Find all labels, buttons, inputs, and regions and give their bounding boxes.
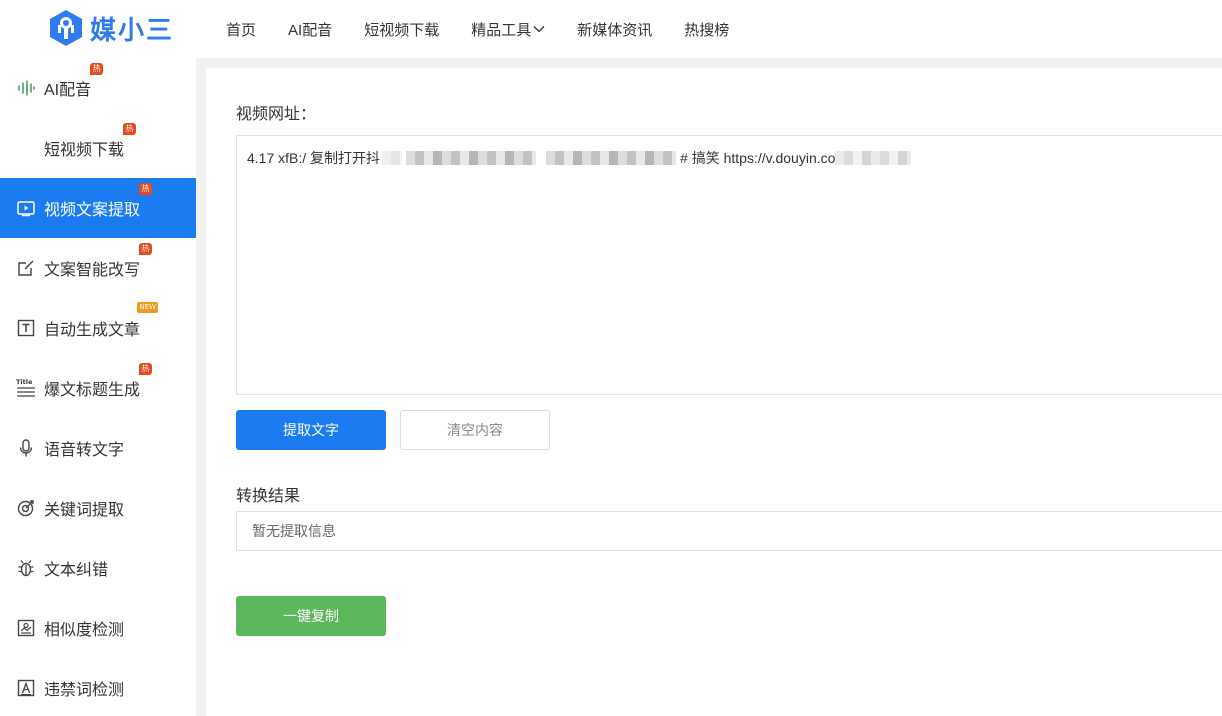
sidebar-item-title-generator[interactable]: Title 爆文标题生成 热 — [0, 358, 196, 418]
chevron-down-icon — [533, 26, 545, 33]
sidebar-item-label: 视频文案提取 热 — [44, 183, 153, 220]
sidebar-item-text: 爆文标题生成 — [44, 382, 141, 399]
sidebar-item-label: 相似度检测 — [44, 622, 125, 639]
text-t-icon — [16, 318, 36, 338]
redacted-block — [406, 151, 537, 165]
url-text-prefix: 4.17 xfB:/ 复制打开抖 — [247, 150, 381, 166]
sidebar-item-label: 违禁词检测 — [44, 682, 125, 699]
hot-badge: 热 — [139, 183, 153, 195]
redacted-block — [382, 151, 403, 165]
nav-ai-dubbing[interactable]: AI配音 — [288, 19, 332, 40]
microphone-icon — [16, 438, 36, 458]
video-url-value: 4.17 xfB:/ 复制打开抖 # 搞笑 https://v.douyin.c… — [247, 148, 1216, 168]
nav-home[interactable]: 首页 — [226, 19, 256, 40]
sidebar-item-smart-rewrite[interactable]: 文案智能改写 热 — [0, 238, 196, 298]
url-text-middle: # 搞笑 https://v.douyin.co — [680, 150, 836, 166]
target-icon — [16, 498, 36, 518]
sidebar-item-auto-article[interactable]: 自动生成文章 NEW — [0, 298, 196, 358]
conversion-result-label: 转换结果 — [236, 488, 301, 505]
nav-news[interactable]: 新媒体资讯 — [577, 19, 652, 40]
sidebar-item-label: 语音转文字 — [44, 442, 125, 459]
brand-logo[interactable]: 媒小三 — [48, 8, 188, 48]
sidebar-item-label: 自动生成文章 NEW — [44, 302, 159, 340]
main-nav: 首页 AI配音 短视频下载 精品工具 新媒体资讯 热搜榜 — [226, 0, 761, 58]
result-placeholder: 暂无提取信息 — [252, 523, 336, 539]
sidebar-item-label: 文案智能改写 热 — [44, 243, 153, 280]
logo-hexagon-icon — [50, 10, 82, 46]
extract-text-button[interactable]: 提取文字 — [236, 410, 386, 450]
hot-badge: 热 — [90, 63, 104, 75]
sidebar-item-video-download[interactable]: 短视频下载 热 — [0, 118, 196, 178]
title-icon: Title — [16, 378, 36, 398]
sidebar-item-label: 文本纠错 — [44, 562, 109, 579]
sidebar-item-text: 自动生成文章 — [44, 322, 141, 339]
nav-premium-tools[interactable]: 精品工具 — [471, 19, 545, 40]
image-doc-icon — [16, 618, 36, 638]
sidebar-item-text-correction[interactable]: 文本纠错 — [0, 538, 196, 598]
sidebar-item-ai-dubbing[interactable]: AI配音 热 — [0, 58, 196, 118]
redacted-block — [546, 151, 677, 165]
result-output-box: 暂无提取信息 — [236, 511, 1222, 551]
sidebar-item-label: 爆文标题生成 热 — [44, 363, 153, 400]
video-url-textarea[interactable]: 4.17 xfB:/ 复制打开抖 # 搞笑 https://v.douyin.c… — [236, 135, 1222, 395]
hot-badge: 热 — [123, 123, 137, 135]
video-screen-icon — [16, 198, 36, 218]
sidebar-item-video-text-extract[interactable]: 视频文案提取 热 — [0, 178, 196, 238]
sidebar: AI配音热 短视频下载热 视频文案提取热 文案智能改写热 自动生成文章 NEW T… — [0, 58, 196, 716]
letter-a-icon — [16, 678, 36, 698]
sidebar-item-banned-words[interactable]: 违禁词检测 — [0, 658, 196, 716]
video-url-label: 视频网址： — [236, 106, 317, 123]
hot-badge: 热 — [139, 243, 153, 255]
edit-icon — [16, 258, 36, 278]
sidebar-item-text: 视频文案提取 — [44, 202, 141, 219]
sidebar-item-text: 短视频下载 — [44, 142, 125, 159]
clear-content-button[interactable]: 清空内容 — [400, 410, 550, 450]
new-badge: NEW — [137, 302, 159, 313]
copy-all-button[interactable]: 一键复制 — [236, 596, 386, 636]
bug-icon — [16, 558, 36, 578]
nav-video-download[interactable]: 短视频下载 — [364, 19, 439, 40]
top-navigation-bar: 媒小三 首页 AI配音 短视频下载 精品工具 新媒体资讯 热搜榜 — [0, 0, 1222, 58]
sidebar-item-label: AI配音 热 — [44, 63, 104, 100]
brand-name: 媒小三 — [90, 15, 175, 46]
sidebar-item-keyword-extract[interactable]: 关键词提取 — [0, 478, 196, 538]
nav-hot-search[interactable]: 热搜榜 — [684, 19, 729, 40]
sidebar-item-similarity-check[interactable]: 相似度检测 — [0, 598, 196, 658]
redacted-block — [835, 151, 912, 165]
waveform-icon — [16, 78, 36, 98]
sidebar-item-text: AI配音 — [44, 82, 92, 99]
sidebar-item-label: 短视频下载 热 — [44, 123, 137, 160]
svg-text:Title: Title — [16, 378, 33, 386]
sidebar-item-label: 关键词提取 — [44, 502, 125, 519]
sidebar-item-speech-to-text[interactable]: 语音转文字 — [0, 418, 196, 478]
blank-icon-slot — [16, 138, 36, 158]
nav-premium-tools-label: 精品工具 — [471, 21, 532, 39]
hot-badge: 热 — [139, 363, 153, 375]
sidebar-item-text: 文案智能改写 — [44, 262, 141, 279]
